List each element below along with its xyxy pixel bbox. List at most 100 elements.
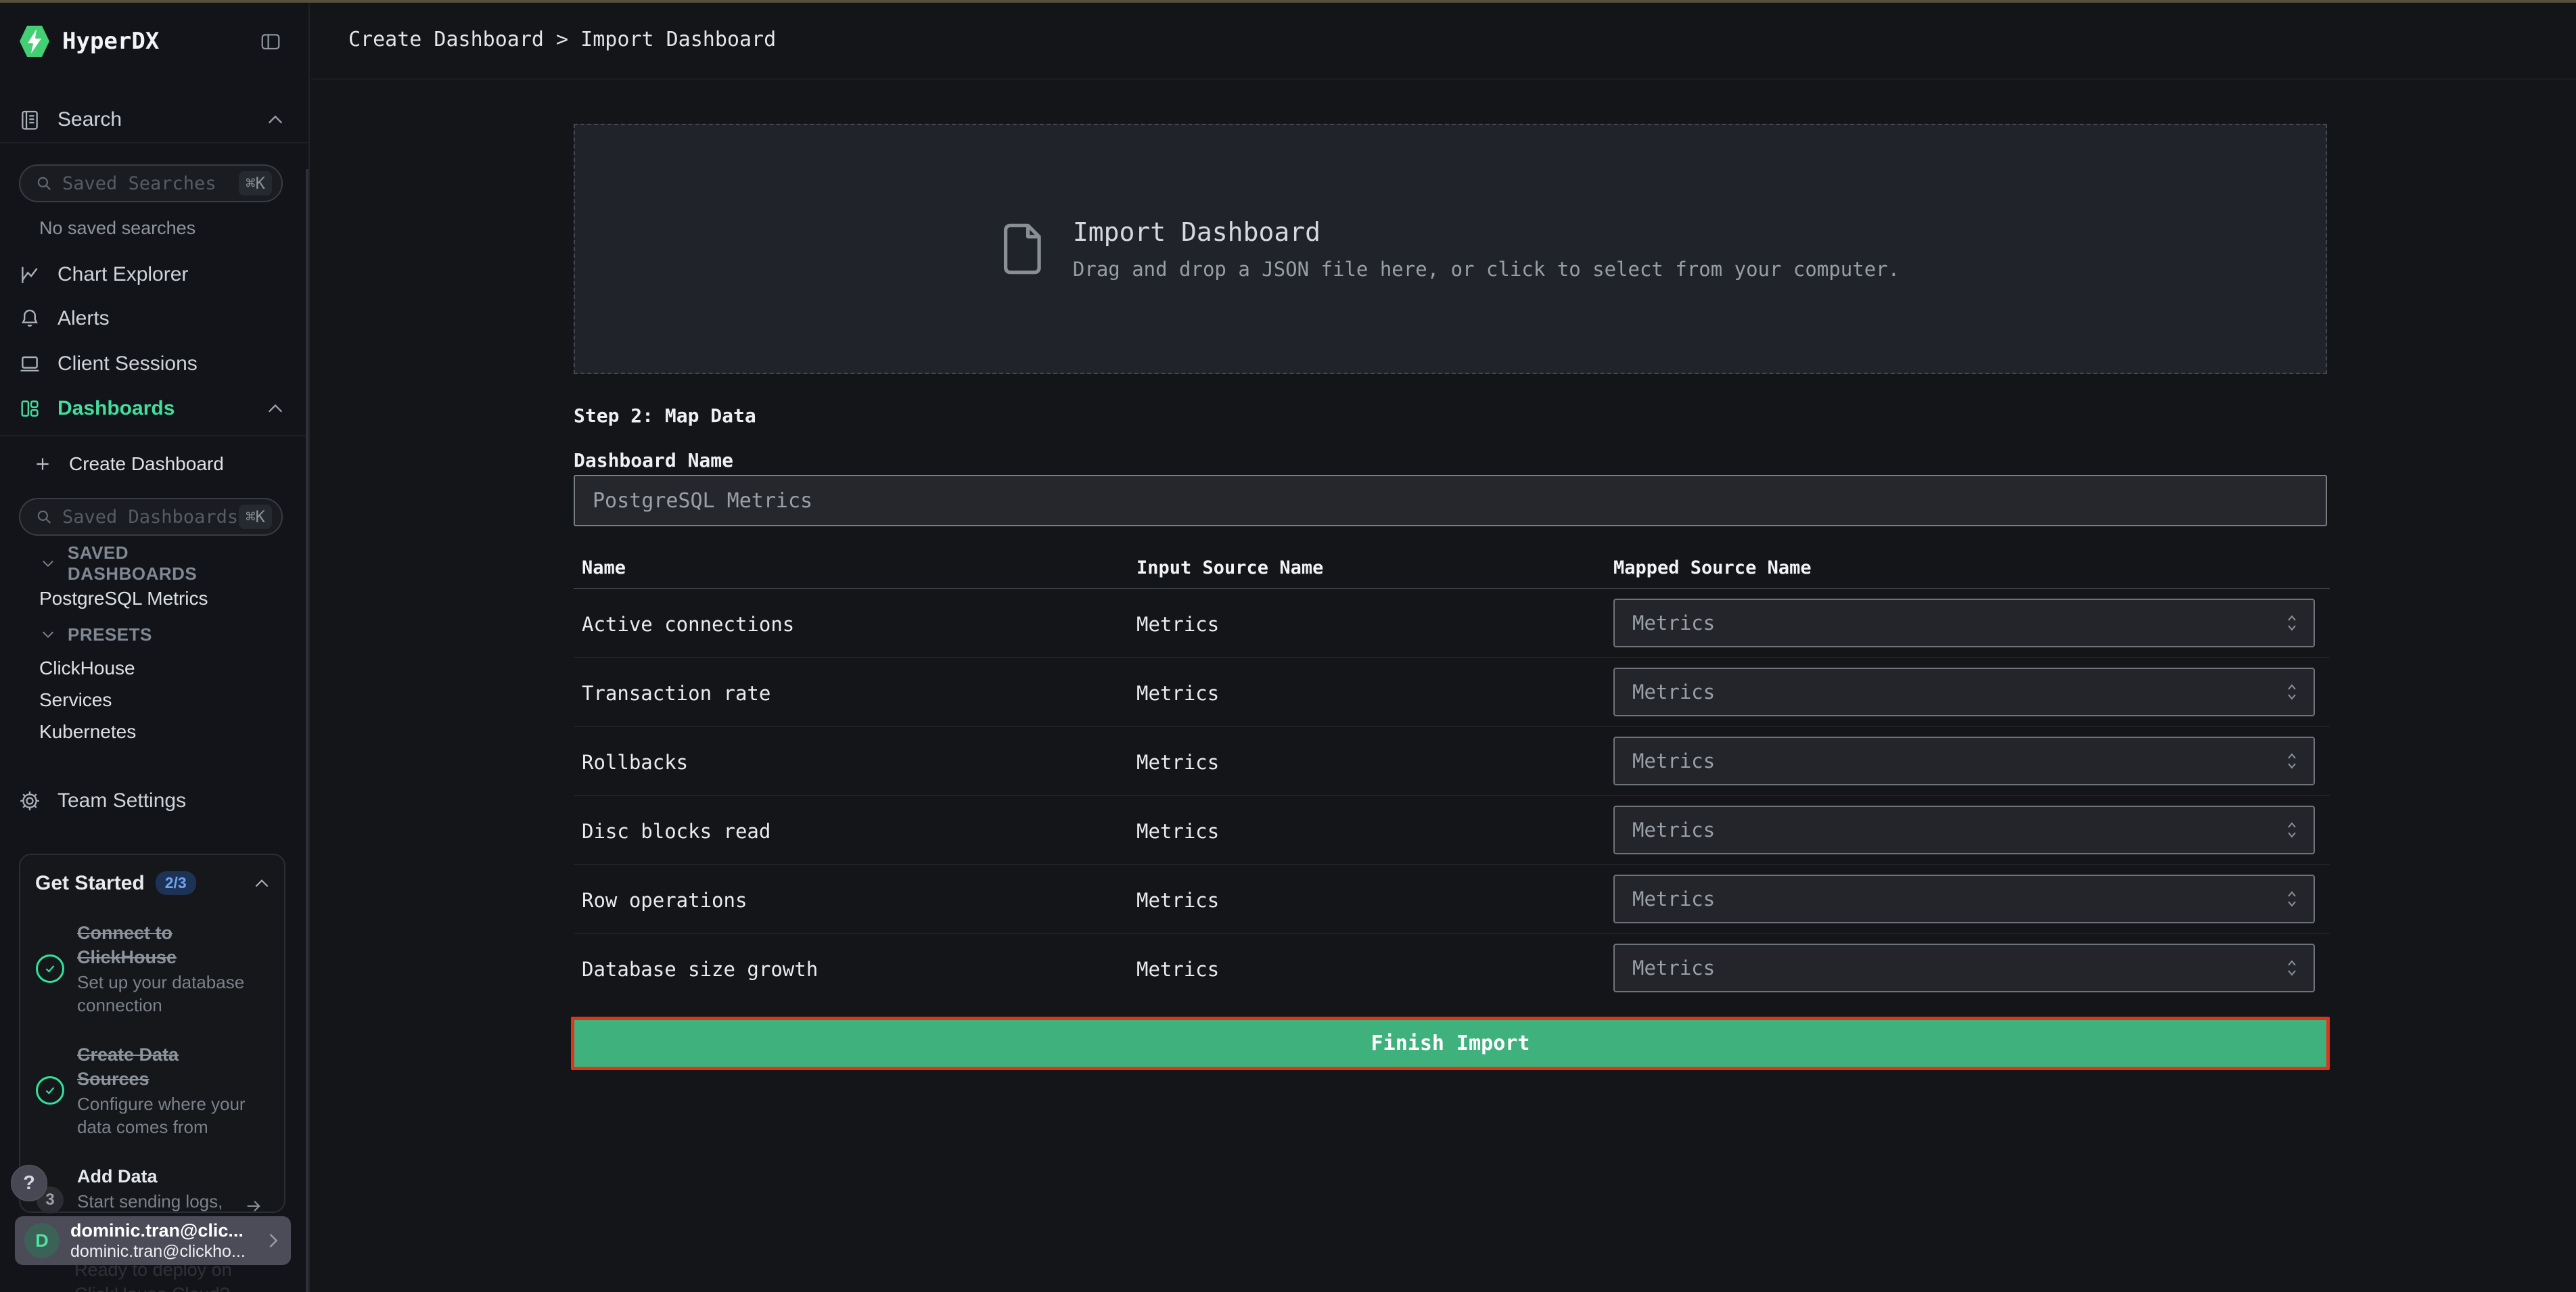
- tile-name: Rollbacks: [582, 751, 688, 774]
- sidebar-item-label: Alerts: [58, 307, 110, 330]
- sidebar-item-postgresql-metrics[interactable]: PostgreSQL Metrics: [0, 584, 303, 614]
- shortcut-badge: ⌘K: [239, 171, 272, 195]
- selected-value: Metrics: [1632, 956, 1715, 979]
- table-header: Name Input Source Name Mapped Source Nam…: [574, 552, 2330, 587]
- table-row: Active connections Metrics Metrics: [574, 589, 2330, 657]
- sidebar-item-dashboards[interactable]: Dashboards: [0, 391, 303, 426]
- dashboard-name-input[interactable]: [574, 475, 2327, 526]
- progress-badge: 2/3: [156, 871, 196, 895]
- no-saved-searches-note: No saved searches: [39, 218, 196, 239]
- chevron-up-icon[interactable]: [266, 402, 285, 415]
- get-started-item-sources[interactable]: Create Data Sources Configure where your…: [35, 1042, 273, 1138]
- selected-value: Metrics: [1632, 749, 1715, 772]
- table-row: Row operations Metrics Metrics: [574, 864, 2330, 933]
- sidebar-item-label: Dashboards: [58, 397, 175, 420]
- selected-value: Metrics: [1632, 887, 1715, 910]
- table-row: Disc blocks read Metrics Metrics: [574, 795, 2330, 864]
- user-name: dominic.tran@clic...: [70, 1220, 246, 1241]
- section-saved-dashboards[interactable]: SAVED DASHBOARDS: [0, 550, 303, 577]
- laptop-icon: [18, 352, 41, 375]
- mapped-source-select[interactable]: Metrics: [1613, 875, 2315, 923]
- saved-dashboards-input[interactable]: Saved Dashboards ⌘K: [19, 498, 283, 536]
- sidebar-scrollbar[interactable]: [306, 169, 308, 1292]
- preset-link-label: Services: [39, 689, 112, 711]
- sidebar-item-clickhouse[interactable]: ClickHouse: [0, 653, 303, 683]
- sidebar-item-search[interactable]: Search: [0, 101, 303, 138]
- chevron-up-icon[interactable]: [253, 878, 271, 889]
- divider: [0, 435, 308, 436]
- column-header-input-source: Input Source Name: [1136, 557, 1323, 578]
- task-subtitle: Set up your database connection: [77, 971, 254, 1017]
- user-email: dominic.tran@clickho...: [70, 1241, 246, 1262]
- mapped-source-select[interactable]: Metrics: [1613, 944, 2315, 992]
- sidebar-item-chart-explorer[interactable]: Chart Explorer: [0, 257, 303, 292]
- get-started-title: Get Started: [35, 872, 145, 895]
- sidebar-item-label: Chart Explorer: [58, 263, 188, 286]
- sidebar: HyperDX Search Saved Searches ⌘K No save…: [0, 0, 310, 1292]
- window-top-strip: [0, 0, 2576, 3]
- search-icon: [35, 175, 53, 192]
- dropzone-subtitle: Drag and drop a JSON file here, or click…: [1073, 258, 1900, 281]
- tile-name: Transaction rate: [582, 682, 770, 705]
- saved-searches-input[interactable]: Saved Searches ⌘K: [19, 164, 283, 202]
- app-title: HyperDX: [62, 28, 159, 55]
- mapped-source-select[interactable]: Metrics: [1613, 668, 2315, 716]
- section-label: PRESETS: [68, 624, 152, 645]
- chevron-up-icon[interactable]: [266, 114, 285, 126]
- column-header-mapped-source: Mapped Source Name: [1613, 557, 1812, 578]
- avatar: D: [24, 1223, 60, 1258]
- input-source-name: Metrics: [1136, 958, 1219, 981]
- hyperdx-logo-icon: [19, 24, 50, 58]
- help-button[interactable]: ?: [11, 1165, 47, 1201]
- task-subtitle: Configure where your data comes from: [77, 1092, 254, 1138]
- task-title: Create Data Sources: [77, 1042, 254, 1091]
- question-mark-icon: ?: [23, 1172, 35, 1195]
- arrow-right-icon[interactable]: [242, 1197, 265, 1216]
- tile-name: Database size growth: [582, 958, 818, 981]
- input-source-name: Metrics: [1136, 613, 1219, 636]
- table-row: Transaction rate Metrics Metrics: [574, 657, 2330, 726]
- saved-dashboards-placeholder: Saved Dashboards: [62, 507, 238, 528]
- tile-name: Disc blocks read: [582, 820, 770, 843]
- section-label: SAVED DASHBOARDS: [68, 543, 262, 584]
- mapped-source-select[interactable]: Metrics: [1613, 737, 2315, 785]
- mapped-source-select[interactable]: Metrics: [1613, 806, 2315, 854]
- select-caret-icon: [2284, 683, 2300, 701]
- table-row: Database size growth Metrics Metrics: [574, 933, 2330, 1002]
- collapse-sidebar-button[interactable]: [257, 29, 284, 53]
- create-dashboard-button[interactable]: Create Dashboard: [0, 448, 303, 480]
- user-account-chip[interactable]: D dominic.tran@clic... dominic.tran@clic…: [15, 1216, 291, 1265]
- import-dropzone[interactable]: Import Dashboard Drag and drop a JSON fi…: [574, 124, 2327, 374]
- sidebar-item-team-settings[interactable]: Team Settings: [0, 783, 303, 818]
- sidebar-item-alerts[interactable]: Alerts: [0, 301, 303, 336]
- table-row: Rollbacks Metrics Metrics: [574, 726, 2330, 795]
- file-icon: [1001, 222, 1046, 276]
- select-caret-icon: [2284, 890, 2300, 908]
- sidebar-item-kubernetes[interactable]: Kubernetes: [0, 717, 303, 747]
- chevron-down-icon: [41, 630, 55, 639]
- preset-link-label: ClickHouse: [39, 657, 135, 679]
- chevron-right-icon: [265, 1231, 281, 1250]
- tile-name: Active connections: [582, 613, 794, 636]
- dashboard-name-label: Dashboard Name: [574, 449, 733, 471]
- sidebar-item-services[interactable]: Services: [0, 685, 303, 715]
- search-section-icon: [18, 108, 41, 131]
- logo-row: HyperDX: [0, 20, 303, 62]
- divider: [0, 142, 308, 143]
- sidebar-item-label: Team Settings: [58, 789, 186, 812]
- dropzone-title: Import Dashboard: [1073, 217, 1900, 247]
- preset-link-label: Kubernetes: [39, 721, 136, 743]
- dashboards-icon: [18, 397, 41, 420]
- finish-import-label: Finish Import: [1371, 1032, 1530, 1055]
- dashboard-link-label: PostgreSQL Metrics: [39, 588, 208, 609]
- sidebar-item-client-sessions[interactable]: Client Sessions: [0, 346, 303, 382]
- section-presets[interactable]: PRESETS: [0, 621, 303, 648]
- finish-import-button[interactable]: Finish Import: [571, 1017, 2330, 1070]
- create-dashboard-label: Create Dashboard: [69, 453, 224, 475]
- step-heading: Step 2: Map Data: [574, 405, 756, 427]
- hidden-task-line: ClickHouse Cloud?: [74, 1284, 230, 1292]
- chart-explorer-icon: [18, 263, 41, 286]
- sidebar-item-label: Client Sessions: [58, 352, 198, 375]
- get-started-item-connect[interactable]: Connect to ClickHouse Set up your databa…: [35, 921, 273, 1017]
- mapped-source-select[interactable]: Metrics: [1613, 599, 2315, 647]
